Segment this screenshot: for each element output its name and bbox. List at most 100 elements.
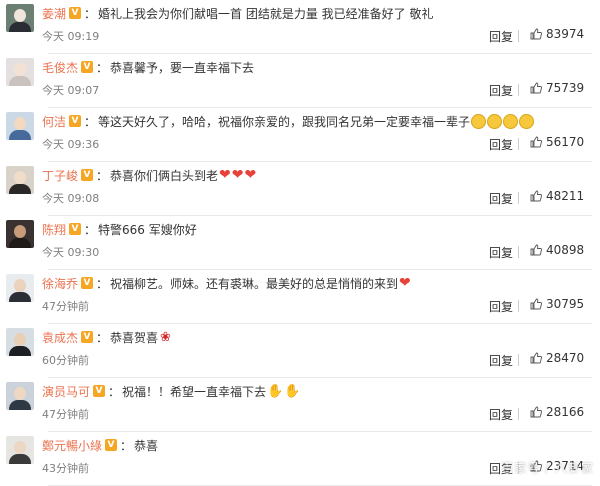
like-count: 28166 [546, 405, 585, 419]
like-button[interactable]: 83974 [530, 27, 584, 41]
like-count: 30795 [546, 297, 585, 311]
comment-line: 何洁 V：等这天好久了，哈哈，祝福你亲爱的，跟我同名兄弟一定要幸福一辈子 [42, 111, 535, 131]
reply-button[interactable]: 回复 [489, 82, 513, 99]
username[interactable]: 演员马可 [42, 383, 90, 400]
avatar-body [9, 238, 31, 248]
comment-time: 今天 09:19 [42, 30, 100, 43]
username[interactable]: 丁子峻 [42, 167, 78, 184]
separator [518, 30, 519, 42]
avatar[interactable] [6, 220, 34, 248]
colon: ： [96, 60, 109, 75]
like-count: 48211 [546, 189, 585, 203]
comment-text: 恭喜馨予，要一直幸福下去 [110, 60, 255, 75]
comment-line: 姜潮 V：婚礼上我会为你们献唱一首 团结就是力量 我已经准备好了 敬礼 [42, 3, 433, 23]
avatar-head [14, 9, 26, 22]
comment-line: 演员马可 V：祝福！！希望一直幸福下去 ✋ ✋ [42, 381, 300, 401]
thumbs-up-icon [530, 406, 542, 418]
reply-button[interactable]: 回复 [489, 244, 513, 261]
verified-badge-icon: V [81, 331, 94, 343]
like-button[interactable]: 30795 [530, 297, 584, 311]
clap-icon: ✋ [267, 383, 284, 399]
avatar[interactable] [6, 382, 34, 410]
heart-icon: ❤ [399, 275, 411, 291]
laugh-emoji-icon [471, 113, 487, 129]
comment-line: 丁子峻 V：恭喜你们俩白头到老 ❤ ❤ ❤ [42, 165, 256, 185]
reply-button[interactable]: 回复 [489, 352, 513, 369]
avatar[interactable] [6, 112, 34, 140]
avatar-body [9, 76, 31, 86]
avatar-head [14, 63, 26, 76]
comment-item: 袁成杰 V：恭喜贺喜 ❀ 60分钟前 回复 28470 [0, 324, 600, 378]
thumbs-up-icon [530, 190, 542, 202]
avatar[interactable] [6, 328, 34, 356]
username[interactable]: 袁成杰 [42, 329, 78, 346]
username[interactable]: 姜潮 [42, 5, 66, 22]
avatar-body [9, 22, 31, 32]
heart-icon: ❤ [231, 167, 244, 183]
verified-badge-icon: V [81, 277, 94, 289]
avatar-body [9, 346, 31, 356]
reply-button[interactable]: 回复 [489, 28, 513, 45]
like-button[interactable]: 40898 [530, 243, 584, 257]
comment-text: 恭喜 [134, 438, 159, 453]
reply-button[interactable]: 回复 [489, 406, 513, 423]
like-count: 75739 [546, 81, 585, 95]
separator [518, 192, 519, 204]
reply-button[interactable]: 回复 [489, 136, 513, 153]
reply-button[interactable]: 回复 [489, 190, 513, 207]
colon: ： [96, 168, 109, 183]
reply-button[interactable]: 回复 [489, 298, 513, 315]
comment-line: 徐海乔 V：祝福柳艺。师妹。还有裘琳。最美好的总是悄悄的来到 ❤ [42, 273, 411, 293]
username[interactable]: 毛俊杰 [42, 59, 78, 76]
like-button[interactable]: 75739 [530, 81, 584, 95]
comment-text: 祝福！！希望一直幸福下去 [122, 384, 267, 399]
colon: ： [84, 114, 97, 129]
separator [518, 408, 519, 420]
like-button[interactable]: 28166 [530, 405, 584, 419]
avatar[interactable] [6, 58, 34, 86]
separator [518, 246, 519, 258]
comment-item: 丁子峻 V：恭喜你们俩白头到老 ❤ ❤ ❤ 今天 09:08 回复 48211 [0, 162, 600, 216]
colon: ： [108, 384, 121, 399]
comment-text: 恭喜你们俩白头到老 [110, 168, 219, 183]
like-button[interactable]: 28470 [530, 351, 584, 365]
comment-item: 何洁 V：等这天好久了，哈哈，祝福你亲爱的，跟我同名兄弟一定要幸福一辈子 今天 09… [0, 108, 600, 162]
comment-text: 祝福柳艺。师妹。还有裘琳。最美好的总是悄悄的来到 [110, 276, 399, 291]
rose-icon: ❀ [160, 329, 171, 345]
avatar-body [9, 400, 31, 410]
avatar[interactable] [6, 166, 34, 194]
avatar-head [14, 387, 26, 400]
comment-item: 演员马可 V：祝福！！希望一直幸福下去 ✋ ✋ 47分钟前 回复 28166 [0, 378, 600, 432]
like-button[interactable]: 48211 [530, 189, 584, 203]
comment-item: 陈翔 V：特警666 军嫂你好 今天 09:30 回复 40898 [0, 216, 600, 270]
avatar[interactable] [6, 436, 34, 464]
separator [518, 354, 519, 366]
like-count: 56170 [546, 135, 585, 149]
comment-text: 特警666 军嫂你好 [98, 222, 197, 237]
colon: ： [96, 330, 109, 345]
comment-time: 47分钟前 [42, 300, 89, 313]
laugh-emoji-icon [487, 113, 503, 129]
avatar-head [14, 279, 26, 292]
watermark: 百家号 / 八卦家 [501, 461, 594, 475]
username[interactable]: 徐海乔 [42, 275, 78, 292]
comment-time: 47分钟前 [42, 408, 89, 421]
comment-line: 鄭元暢小綠 V：恭喜 [42, 435, 158, 455]
avatar[interactable] [6, 274, 34, 302]
username[interactable]: 陈翔 [42, 221, 66, 238]
thumbs-up-icon [530, 136, 542, 148]
comment-text: 恭喜贺喜 [110, 330, 159, 345]
comment-time: 今天 09:07 [42, 84, 100, 97]
separator [518, 300, 519, 312]
comment-item: 徐海乔 V：祝福柳艺。师妹。还有裘琳。最美好的总是悄悄的来到 ❤ 47分钟前 回复 307… [0, 270, 600, 324]
comment-time: 今天 09:30 [42, 246, 100, 259]
thumbs-up-icon [530, 298, 542, 310]
username[interactable]: 鄭元暢小綠 [42, 437, 102, 454]
like-count: 40898 [546, 243, 585, 257]
verified-badge-icon: V [69, 115, 82, 127]
avatar[interactable] [6, 4, 34, 32]
avatar-head [14, 441, 26, 454]
username[interactable]: 何洁 [42, 113, 66, 130]
comment-text: 婚礼上我会为你们献唱一首 团结就是力量 我已经准备好了 敬礼 [98, 6, 434, 21]
like-button[interactable]: 56170 [530, 135, 584, 149]
